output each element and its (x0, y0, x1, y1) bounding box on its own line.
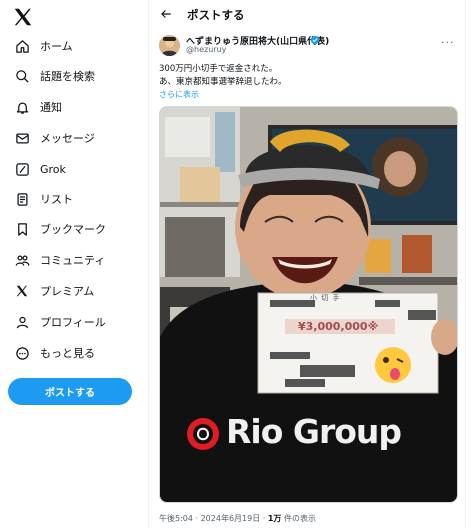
post-button[interactable]: ポストする (8, 378, 132, 405)
sidebar-item-label: プレミアム (40, 285, 95, 298)
bell-icon (14, 99, 30, 115)
sidebar-item-label: Grok (40, 162, 66, 176)
sidebar-item-bookmarks[interactable]: ブックマーク (0, 216, 148, 242)
view-count-label: 件の表示 (281, 514, 316, 523)
more-circle-icon (14, 345, 30, 361)
sidebar-item-lists[interactable]: リスト (0, 186, 148, 212)
tweet-photo[interactable]: 小 切 手 ¥3,000,000※ Rio Group (159, 106, 458, 503)
list-icon (14, 191, 30, 207)
sidebar: ホーム 話題を検索 通知 メッセージ Grok リスト ブックマーク コミュニテ… (0, 0, 148, 528)
view-count: 1万 (267, 514, 282, 523)
more-options-icon[interactable]: ··· (441, 36, 455, 49)
search-icon (14, 68, 30, 84)
sidebar-item-label: 話題を検索 (40, 70, 95, 83)
sidebar-item-label: ホーム (40, 40, 73, 53)
back-arrow-icon[interactable] (159, 7, 173, 21)
sidebar-item-grok[interactable]: Grok (0, 156, 148, 182)
sidebar-item-home[interactable]: ホーム (0, 33, 148, 59)
x-logo-icon (14, 283, 30, 299)
sidebar-item-premium[interactable]: プレミアム (0, 278, 148, 304)
person-icon (14, 314, 30, 330)
sidebar-item-explore[interactable]: 話題を検索 (0, 63, 148, 89)
x-logo-icon[interactable] (12, 6, 34, 28)
sidebar-item-label: リスト (40, 193, 73, 206)
tweet-text-line: 300万円小切手で返金された。 (159, 64, 278, 74)
sidebar-item-label: コミュニティ (40, 254, 106, 267)
sidebar-item-notifications[interactable]: 通知 (0, 94, 148, 120)
mail-icon (14, 130, 30, 146)
home-icon (14, 38, 30, 54)
tweet-text: 300万円小切手で返金された。 あ、東京都知事選挙辞退したわ。 (159, 63, 459, 89)
main-column: ポストする へずまりゅう原田将大(山口県代表) @hezuruy ··· 300… (149, 0, 465, 528)
cheque-title: 小 切 手 (310, 294, 341, 302)
sidebar-item-messages[interactable]: メッセージ (0, 125, 148, 151)
cheque-amount: ¥3,000,000※ (298, 320, 379, 333)
sidebar-item-communities[interactable]: コミュニティ (0, 247, 148, 273)
page-title: ポストする (187, 8, 245, 22)
sidebar-item-label: プロフィール (40, 316, 106, 329)
verified-badge-icon (310, 35, 320, 45)
author-handle[interactable]: @hezuruy (186, 45, 226, 54)
page-header: ポストする (149, 0, 465, 28)
sidebar-item-label: 通知 (40, 101, 62, 114)
tweet-text-line: あ、東京都知事選挙辞退したわ。 (159, 77, 287, 87)
sidebar-item-label: もっと見る (40, 347, 95, 360)
tweet-meta: 午後5:04 · 2024年6月19日 · 1万 件の表示 (159, 513, 316, 524)
sidebar-item-label: ブックマーク (40, 223, 106, 236)
grok-icon (14, 161, 30, 177)
show-more-link[interactable]: さらに表示 (159, 89, 199, 100)
avatar[interactable] (159, 35, 180, 56)
tweet-timestamp[interactable]: 午後5:04 · 2024年6月19日 · (159, 514, 268, 523)
bookmark-icon (14, 221, 30, 237)
sidebar-item-more[interactable]: もっと見る (0, 340, 148, 366)
divider (465, 0, 466, 528)
community-icon (14, 252, 30, 268)
sidebar-item-label: メッセージ (40, 132, 95, 145)
shirt-logo-text: Rio Group (226, 412, 402, 451)
sidebar-item-profile[interactable]: プロフィール (0, 309, 148, 335)
